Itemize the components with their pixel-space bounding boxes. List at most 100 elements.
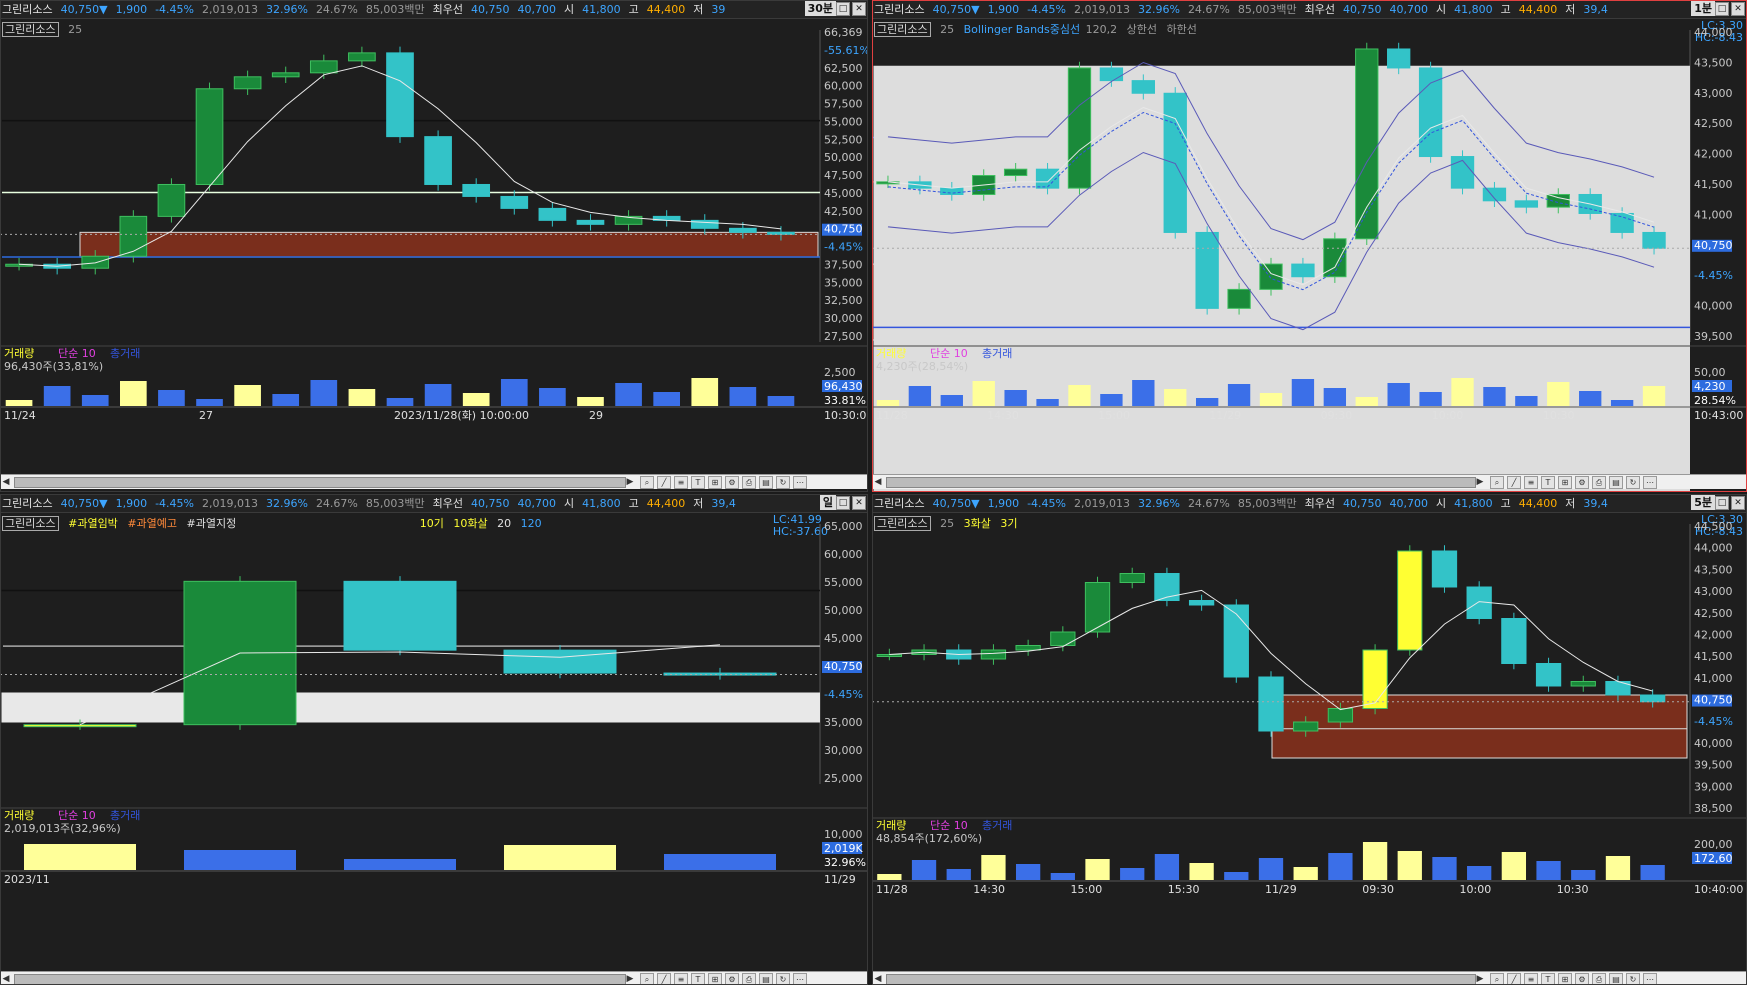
scroll-left-icon[interactable]: ◀ bbox=[0, 475, 12, 489]
period-button[interactable]: 1분 bbox=[1691, 1, 1715, 16]
close-icon[interactable]: ✕ bbox=[852, 496, 866, 510]
grid-icon[interactable]: ⊞ bbox=[708, 476, 722, 489]
symbol-name[interactable]: 그린리소스 bbox=[2, 495, 53, 511]
fib-icon[interactable]: ≡ bbox=[674, 476, 688, 489]
scroll-right-icon[interactable]: ▶ bbox=[1474, 972, 1486, 985]
print-icon[interactable]: ⎙ bbox=[1592, 476, 1606, 489]
print-icon[interactable]: ⎙ bbox=[742, 973, 756, 985]
zoom-icon[interactable]: ⌕ bbox=[1490, 476, 1504, 489]
volume-label: 거래량 bbox=[4, 347, 34, 360]
chart-scrollbar[interactable]: ◀ ▶ ⌕ ╱ ≡ T ⊞ ⚙ ⎙ ▤ ↻ ⋯ bbox=[0, 474, 868, 489]
refresh-icon[interactable]: ↻ bbox=[776, 973, 790, 985]
price-axis-label: 55,000 bbox=[824, 576, 863, 589]
print-icon[interactable]: ⎙ bbox=[742, 476, 756, 489]
close-icon[interactable]: ✕ bbox=[1731, 2, 1745, 16]
volume-bar bbox=[1132, 380, 1155, 406]
refresh-icon[interactable]: ↻ bbox=[1626, 476, 1640, 489]
period-button[interactable]: 일 bbox=[819, 495, 836, 510]
price-axis-label: 43,000 bbox=[1694, 87, 1733, 100]
scroll-left-icon[interactable]: ◀ bbox=[872, 475, 884, 489]
text-icon[interactable]: T bbox=[691, 973, 705, 985]
pane-bottom-right[interactable]: 그린리소스 40,750▼ 1,900 -4.45% 2,019,013 32.… bbox=[872, 494, 1747, 985]
line-tool-icon[interactable]: ╱ bbox=[1507, 476, 1521, 489]
scroll-left-icon[interactable]: ◀ bbox=[0, 972, 12, 985]
refresh-icon[interactable]: ↻ bbox=[776, 476, 790, 489]
zoom-icon[interactable]: ⌕ bbox=[1490, 973, 1504, 985]
maximize-icon[interactable]: □ bbox=[1715, 496, 1729, 510]
price-axis-label: 42,000 bbox=[1694, 148, 1733, 161]
symbol-name[interactable]: 그린리소스 bbox=[2, 1, 53, 17]
zoom-icon[interactable]: ⌕ bbox=[640, 973, 654, 985]
close-icon[interactable]: ✕ bbox=[852, 2, 866, 16]
print-icon[interactable]: ⎙ bbox=[1592, 973, 1606, 985]
scroll-right-icon[interactable]: ▶ bbox=[624, 972, 636, 985]
symbol-name[interactable]: 그린리소스 bbox=[874, 495, 925, 511]
pane-bottom-left[interactable]: 그린리소스 40,750▼ 1,900 -4.45% 2,019,013 32.… bbox=[0, 494, 868, 985]
price-chart[interactable]: 44,000 43,500 43,000 42,500 42,000 41,500 41,0… bbox=[872, 18, 1747, 492]
maximize-icon[interactable]: □ bbox=[1715, 2, 1729, 16]
pane-top-right[interactable]: 그린리소스 40,750▼ 1,900 -4.45% 2,019,013 32.… bbox=[872, 0, 1747, 492]
price-chart[interactable]: 65,000 60,000 55,000 50,000 45,000 40,750 -4.4… bbox=[0, 512, 868, 982]
period-button[interactable]: 5분 bbox=[1691, 495, 1715, 510]
grid-icon[interactable]: ⊞ bbox=[1558, 476, 1572, 489]
save-icon[interactable]: ▤ bbox=[759, 973, 773, 985]
volume: 2,019,013 bbox=[202, 2, 258, 16]
settings-icon[interactable]: ⚙ bbox=[1575, 973, 1589, 985]
line-tool-icon[interactable]: ╱ bbox=[1507, 973, 1521, 985]
fib-icon[interactable]: ≡ bbox=[1524, 476, 1538, 489]
period-button[interactable]: 30분 bbox=[804, 1, 836, 16]
price-chart[interactable]: 44,500 44,000 43,500 43,000 42,500 42,000 41,5… bbox=[872, 512, 1747, 982]
scroll-thumb[interactable] bbox=[14, 477, 626, 488]
line-tool-icon[interactable]: ╱ bbox=[657, 973, 671, 985]
fib-icon[interactable]: ≡ bbox=[1524, 973, 1538, 985]
high: 44,400 bbox=[1518, 496, 1558, 510]
maximize-icon[interactable]: □ bbox=[836, 2, 850, 16]
more-icon[interactable]: ⋯ bbox=[1643, 973, 1657, 985]
more-icon[interactable]: ⋯ bbox=[793, 476, 807, 489]
settings-icon[interactable]: ⚙ bbox=[725, 476, 739, 489]
zoom-icon[interactable]: ⌕ bbox=[640, 476, 654, 489]
price-axis-label: 40,750 bbox=[824, 223, 863, 236]
save-icon[interactable]: ▤ bbox=[1609, 973, 1623, 985]
grid-icon[interactable]: ⊞ bbox=[1558, 973, 1572, 985]
maximize-icon[interactable]: □ bbox=[836, 496, 850, 510]
scroll-thumb[interactable] bbox=[886, 477, 1476, 488]
pane-top-left[interactable]: 그린리소스 40,750▼ 1,900 -4.45% 2,019,013 32.… bbox=[0, 0, 868, 492]
refresh-icon[interactable]: ↻ bbox=[1626, 973, 1640, 985]
settings-icon[interactable]: ⚙ bbox=[725, 973, 739, 985]
scroll-thumb[interactable] bbox=[886, 974, 1476, 985]
scroll-thumb[interactable] bbox=[14, 974, 626, 985]
save-icon[interactable]: ▤ bbox=[759, 476, 773, 489]
text-icon[interactable]: T bbox=[691, 476, 705, 489]
symbol-name[interactable]: 그린리소스 bbox=[874, 1, 925, 17]
settings-icon[interactable]: ⚙ bbox=[1575, 476, 1589, 489]
close-icon[interactable]: ✕ bbox=[1731, 496, 1745, 510]
price-axis-label: 60,000 bbox=[824, 80, 863, 93]
volume-bar bbox=[577, 397, 604, 406]
time-axis-label: 10:30 bbox=[1557, 883, 1589, 896]
fib-icon[interactable]: ≡ bbox=[674, 973, 688, 985]
candle-body bbox=[195, 88, 224, 185]
candle-body bbox=[538, 207, 567, 221]
best-label: 최우선 bbox=[432, 3, 463, 16]
chart-scrollbar[interactable]: ◀ ▶ ⌕ ╱ ≡ T ⊞ ⚙ ⎙ ▤ ↻ ⋯ bbox=[0, 971, 868, 985]
chart-scrollbar[interactable]: ◀ ▶ ⌕ ╱ ≡ T ⊞ ⚙ ⎙ ▤ ↻ ⋯ bbox=[872, 971, 1747, 985]
volume-axis-label: 96,430 bbox=[824, 380, 863, 393]
volume-bar bbox=[1068, 385, 1091, 406]
text-icon[interactable]: T bbox=[1541, 973, 1555, 985]
scroll-right-icon[interactable]: ▶ bbox=[1474, 475, 1486, 489]
save-icon[interactable]: ▤ bbox=[1609, 476, 1623, 489]
chart-scrollbar[interactable]: ◀ ▶ ⌕ ╱ ≡ T ⊞ ⚙ ⎙ ▤ ↻ ⋯ bbox=[872, 474, 1747, 489]
more-icon[interactable]: ⋯ bbox=[1643, 476, 1657, 489]
candle-body bbox=[119, 215, 148, 257]
more-icon[interactable]: ⋯ bbox=[793, 973, 807, 985]
price: 40,750▼ bbox=[932, 2, 980, 16]
scroll-right-icon[interactable]: ▶ bbox=[624, 475, 636, 489]
text-icon[interactable]: T bbox=[1541, 476, 1555, 489]
grid-icon[interactable]: ⊞ bbox=[708, 973, 722, 985]
time-axis-label: 10:43:00 bbox=[1694, 409, 1743, 422]
price-axis-label: 50,000 bbox=[824, 604, 863, 617]
scroll-left-icon[interactable]: ◀ bbox=[872, 972, 884, 985]
line-tool-icon[interactable]: ╱ bbox=[657, 476, 671, 489]
price-chart[interactable]: 66,369 -55.61% 62,500 60,000 57,500 55,000 52,… bbox=[0, 18, 868, 488]
